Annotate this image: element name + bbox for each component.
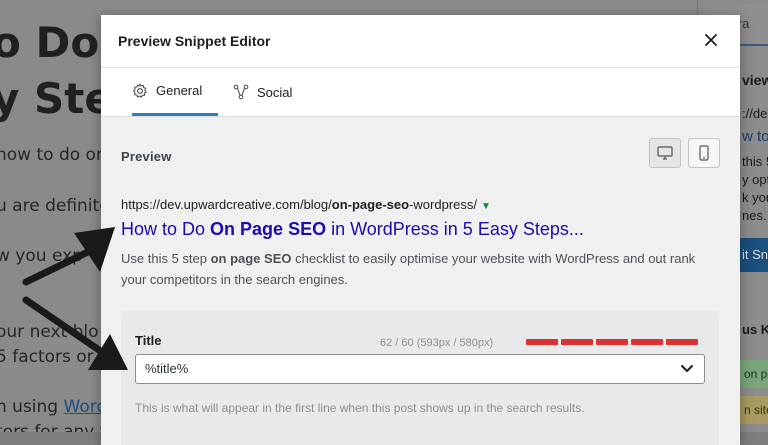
tab-general-label: General bbox=[156, 83, 203, 98]
title-help-text: This is what will appear in the first li… bbox=[135, 401, 585, 415]
meter-segment bbox=[666, 339, 698, 345]
bg-sidebar-section: us Ke bbox=[742, 322, 768, 337]
title-input-value: %title% bbox=[145, 361, 189, 376]
modal-tabs: General Social bbox=[101, 68, 740, 117]
serp-url-keyword: on-page-seo bbox=[331, 197, 410, 212]
tab-general[interactable]: General bbox=[132, 68, 218, 116]
mobile-preview-button[interactable] bbox=[688, 138, 720, 168]
bg-sidebar-text: y opt bbox=[742, 172, 768, 187]
bg-sidebar-text: view bbox=[742, 72, 768, 88]
meter-segment bbox=[561, 339, 593, 345]
bg-keyword-pill: on pa bbox=[738, 360, 768, 388]
modal-content: Preview https://dev.upwardcreative.com/b… bbox=[101, 117, 740, 445]
bg-text-line: 5 factors or bbox=[0, 347, 94, 367]
preview-snippet-editor-modal: Preview Snippet Editor General Social Pr… bbox=[101, 15, 740, 445]
close-button[interactable] bbox=[700, 29, 722, 51]
serp-title-prefix: How to Do bbox=[121, 219, 211, 239]
preview-heading: Preview bbox=[121, 149, 172, 164]
bg-sidebar-text: this 5 bbox=[742, 154, 768, 169]
bg-keyword-pill: n site bbox=[738, 396, 768, 424]
bg-text-line: n using WordP bbox=[0, 397, 117, 417]
serp-title-suffix: in WordPress in 5 Easy Steps... bbox=[326, 219, 584, 239]
bg-sidebar-text: k your bbox=[742, 190, 768, 205]
gear-icon bbox=[132, 83, 147, 98]
caret-down-icon: ▼ bbox=[480, 201, 491, 212]
meter-segment bbox=[596, 339, 628, 345]
serp-desc-keyword: on page SEO bbox=[210, 251, 292, 266]
title-field-panel: Title 62 / 60 (593px / 580px) %title% Th… bbox=[121, 311, 719, 445]
bg-text-line: our next blo bbox=[0, 322, 99, 342]
serp-url: https://dev.upwardcreative.com/blog/on-p… bbox=[121, 197, 491, 212]
bg-text-line: tors for any ty bbox=[0, 422, 117, 432]
serp-desc-prefix: Use this 5 step bbox=[121, 251, 211, 266]
serp-description: Use this 5 step on page SEO checklist to… bbox=[121, 248, 721, 290]
title-length-counter: 62 / 60 (593px / 580px) bbox=[380, 337, 494, 349]
modal-title: Preview Snippet Editor bbox=[118, 33, 271, 49]
meter-segment bbox=[631, 339, 663, 345]
title-length-meter bbox=[526, 339, 698, 345]
tab-social-label: Social bbox=[257, 84, 293, 100]
desktop-preview-button[interactable] bbox=[649, 138, 681, 168]
mobile-icon bbox=[699, 145, 709, 161]
modal-header: Preview Snippet Editor bbox=[101, 15, 740, 68]
chevron-down-icon[interactable] bbox=[680, 361, 694, 380]
bg-text-prefix: n using bbox=[0, 397, 64, 417]
bg-sidebar-text: w to bbox=[742, 128, 768, 145]
bg-edit-snippet-button: it Sni bbox=[740, 238, 768, 272]
serp-title-keyword: On Page SEO bbox=[210, 219, 327, 239]
bg-text-line: how to do on bbox=[0, 145, 107, 165]
title-input[interactable]: %title% bbox=[135, 354, 705, 384]
serp-url-suffix: -wordpress/ bbox=[409, 197, 477, 212]
desktop-icon bbox=[657, 146, 673, 160]
close-icon bbox=[705, 34, 717, 46]
title-field-label: Title bbox=[135, 333, 162, 348]
meter-segment bbox=[526, 339, 558, 345]
bg-sidebar-text: nes. bbox=[742, 208, 767, 223]
serp-url-prefix: https://dev.upwardcreative.com/blog/ bbox=[121, 197, 332, 212]
bg-text-line: w you exp bbox=[0, 246, 83, 266]
share-icon bbox=[233, 84, 249, 100]
bg-sidebar-text: ://de bbox=[742, 106, 768, 121]
tab-social[interactable]: Social bbox=[233, 68, 292, 116]
serp-title[interactable]: How to Do On Page SEO in WordPress in 5 … bbox=[121, 219, 584, 240]
